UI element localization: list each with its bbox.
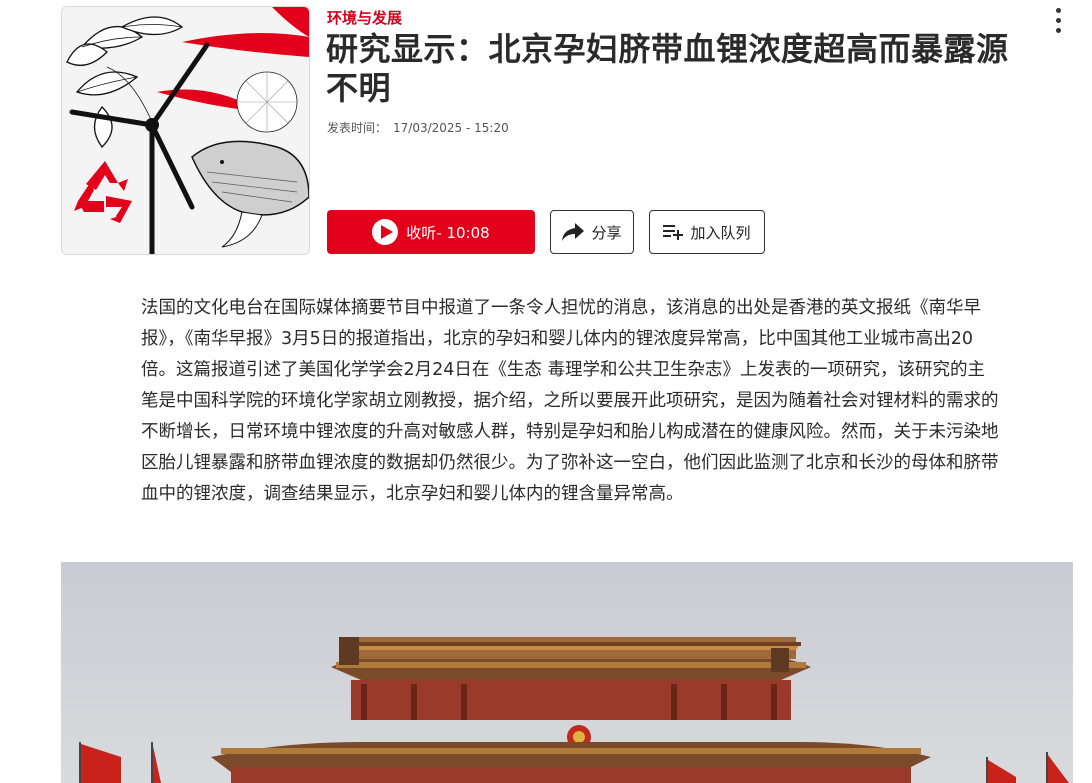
- share-button[interactable]: 分享: [550, 210, 634, 254]
- share-label: 分享: [591, 223, 622, 242]
- publish-date-value: 17/03/2025 - 15:20: [393, 121, 509, 135]
- queue-label: 加入队列: [690, 223, 751, 242]
- listen-label: 收听- 10:08: [406, 223, 490, 242]
- article-title: 研究显示：北京孕妇脐带血锂浓度超高而暴露源不明: [326, 30, 1009, 107]
- episode-thumbnail: [61, 6, 310, 255]
- publish-date: 发表时间： 17/03/2025 - 15:20: [327, 119, 515, 136]
- recycle-icon: [74, 161, 132, 223]
- publish-date-label: 发表时间：: [327, 121, 388, 135]
- listen-button[interactable]: 收听- 10:08: [327, 210, 535, 254]
- category-label[interactable]: 环境与发展: [327, 7, 402, 28]
- playlist-add-icon: [663, 225, 684, 240]
- article-page: 环境与发展 研究显示：北京孕妇脐带血锂浓度超高而暴露源不明 发表时间： 17/03…: [0, 0, 1092, 783]
- share-arrow-icon: [562, 223, 585, 241]
- article-photo: [61, 562, 1073, 783]
- play-icon: [372, 219, 399, 245]
- add-to-queue-button[interactable]: 加入队列: [649, 210, 765, 254]
- article-body: 法国的文化电台在国际媒体摘要节目中报道了一条令人担忧的消息，该消息的出处是香港的…: [141, 298, 999, 504]
- more-vertical-icon[interactable]: [1050, 6, 1066, 36]
